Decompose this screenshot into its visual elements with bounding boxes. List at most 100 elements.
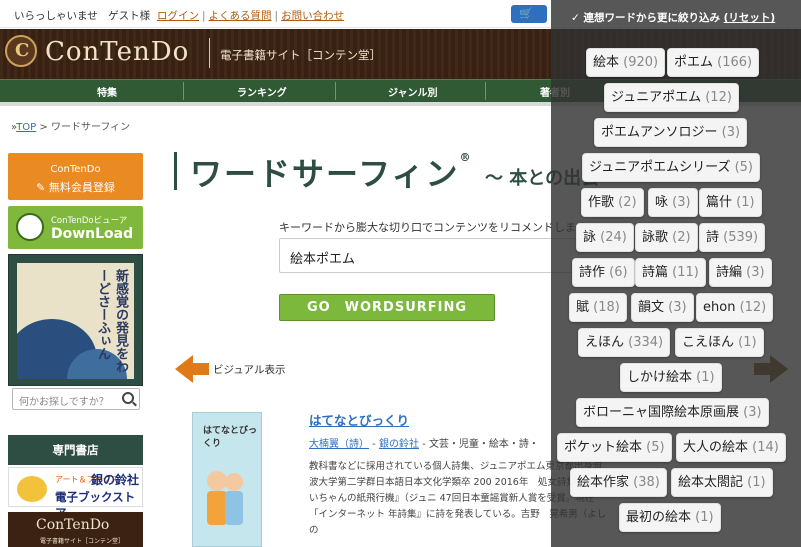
visual-view-link[interactable]: ビジュアル表示: [213, 362, 285, 377]
faq-link[interactable]: よくある質問: [209, 10, 272, 22]
related-word-chip[interactable]: ボローニャ国際絵本原画展 (3): [576, 398, 769, 427]
related-word-chip[interactable]: 韻文 (3): [631, 293, 694, 322]
book-publisher-link[interactable]: 銀の鈴社: [379, 439, 419, 450]
illustration-child-head: [207, 471, 227, 491]
related-word-chip[interactable]: ポエムアンソロジー (3): [594, 118, 748, 147]
cart-icon: 🛒: [519, 7, 533, 20]
chip-count: (1): [692, 370, 715, 385]
related-word-chip[interactable]: 絵本作家 (38): [570, 468, 667, 497]
keyword-input[interactable]: 絵本ポエム: [279, 238, 579, 273]
shop-heading: 専門書店: [8, 435, 143, 465]
chip-count: (1): [734, 335, 757, 350]
chip-count: (2): [668, 230, 691, 245]
chip-count: (14): [748, 440, 779, 455]
chip-label: ポエム: [674, 55, 714, 70]
nav-item-ranking[interactable]: ランキング: [237, 84, 287, 99]
chip-label: 絵本: [593, 55, 620, 70]
chip-count: (12): [701, 90, 732, 105]
shop1-name: 銀の鈴社: [91, 473, 140, 487]
related-word-chip[interactable]: 作歌 (2): [581, 188, 644, 217]
wordsurfin-promo-banner[interactable]: 新感覚の発見をわーどさーふぃん: [8, 254, 143, 386]
chip-count: (920): [619, 55, 659, 70]
nav-item-feature[interactable]: 特集: [97, 84, 117, 99]
related-word-chip[interactable]: 絵本 (920): [586, 48, 666, 77]
shop-banner-contendo[interactable]: ConTenDo 電子書籍サイト［コンテン堂］: [8, 512, 143, 547]
book-meta: 大楠翼（詩） - 銀の鈴社 - 文芸・児童・絵本・詩・: [309, 439, 539, 450]
related-word-chip[interactable]: 最初の絵本 (1): [619, 503, 721, 532]
chip-count: (12): [735, 300, 767, 315]
chip-count: (334): [624, 335, 664, 350]
book-categories: 文芸・児童・絵本・詩・: [428, 439, 539, 450]
nav-item-genre[interactable]: ジャンル別: [388, 84, 438, 99]
book-cover-title: はてなとびっくり: [203, 426, 258, 449]
chip-label: ポケット絵本: [564, 440, 643, 455]
related-word-chip[interactable]: 咏 (3): [648, 188, 698, 217]
related-word-chip[interactable]: えほん (334): [578, 328, 671, 357]
logo-emblem-icon[interactable]: [5, 35, 37, 67]
site-logo[interactable]: ConTenDo: [45, 37, 189, 67]
promo-text: 新感覚の発見をわーどさーふぃん: [95, 269, 128, 373]
chip-count: (1): [732, 195, 755, 210]
registered-mark: ®: [459, 151, 473, 164]
chip-label: ehon: [703, 300, 736, 315]
chip-label: 賦: [576, 300, 590, 315]
related-word-chip[interactable]: こえほん (1): [675, 328, 764, 357]
illustration-child-body: [225, 491, 243, 525]
register-label-row: ✎ 無料会員登録: [8, 179, 143, 195]
related-word-chip[interactable]: 詩編 (3): [709, 258, 772, 287]
chip-label: 篇什: [706, 195, 733, 210]
chip-count: (5): [730, 160, 753, 175]
register-banner[interactable]: ConTenDo ✎ 無料会員登録: [8, 153, 143, 200]
reset-link[interactable]: (リセット): [724, 12, 776, 24]
breadcrumb-top-link[interactable]: TOP: [16, 122, 36, 133]
related-word-chip[interactable]: 詩 (539): [699, 223, 766, 252]
related-word-chip[interactable]: ポエム (166): [667, 48, 760, 77]
chip-label: こえほん: [682, 335, 735, 350]
breadcrumb: »TOP > ワードサーフィン: [11, 122, 131, 133]
viewer-download-banner[interactable]: ConTenDoビューア DownLoad: [8, 206, 143, 249]
related-word-chip[interactable]: 篇什 (1): [699, 188, 762, 217]
welcome-text: いらっしゃいませ ゲスト様: [14, 10, 151, 22]
related-word-chip[interactable]: 大人の絵本 (14): [676, 433, 786, 462]
book-author-link[interactable]: 大楠翼（詩）: [309, 439, 369, 450]
related-word-chip[interactable]: 賦 (18): [569, 293, 627, 322]
related-word-chip[interactable]: しかけ絵本 (1): [620, 363, 722, 392]
chip-count: (166): [713, 55, 753, 70]
related-word-chip[interactable]: 詩作 (6): [572, 258, 635, 287]
chip-label: 大人の絵本: [683, 440, 749, 455]
book-title-link[interactable]: はてなとびっくり: [309, 410, 409, 429]
chip-label: 詩編: [716, 265, 743, 280]
shop2-logo: ConTenDo: [36, 517, 110, 533]
chip-label: ジュニアポエムシリーズ: [589, 160, 731, 175]
related-word-chip[interactable]: 絵本太閤記 (1): [671, 468, 773, 497]
search-icon[interactable]: [122, 392, 134, 404]
shop-banner-ginnosuzu[interactable]: アート＆ブックス 銀の鈴社 電子ブックストア: [8, 467, 143, 520]
cart-button[interactable]: 🛒: [511, 5, 547, 23]
chip-count: (6): [605, 265, 628, 280]
related-word-chip[interactable]: 詠歌 (2): [635, 223, 698, 252]
chip-label: 咏: [655, 195, 669, 210]
sidebar-search-input[interactable]: 何かお探しですか？: [12, 388, 140, 410]
related-word-chip[interactable]: ehon (12): [696, 293, 774, 322]
go-wordsurfing-button[interactable]: GO WORDSURFING: [279, 294, 495, 321]
chip-label: 詠: [583, 230, 597, 245]
search-placeholder: 何かお探しですか？: [19, 397, 109, 408]
prev-arrow-icon[interactable]: [175, 355, 209, 383]
viewer-small-label: ConTenDoビューア: [51, 216, 128, 226]
related-word-chip[interactable]: 詩篇 (11): [635, 258, 706, 287]
chip-label: しかけ絵本: [627, 370, 693, 385]
chip-label: ジュニアポエム: [611, 90, 702, 105]
related-word-chip[interactable]: ポケット絵本 (5): [557, 433, 672, 462]
promo-artwork: 新感覚の発見をわーどさーふぃん: [17, 263, 134, 379]
chip-count: (2): [614, 195, 637, 210]
chip-count: (3): [717, 125, 741, 140]
intro-text: キーワードから膨大な切り口でコンテンツをリコメンドします: [279, 221, 587, 234]
related-word-chip[interactable]: 詠 (24): [576, 223, 634, 252]
logo-divider: [209, 38, 210, 68]
chip-label: ポエムアンソロジー: [601, 125, 718, 140]
book-cover[interactable]: はてなとびっくり: [192, 412, 262, 547]
related-word-chip[interactable]: ジュニアポエム (12): [604, 83, 739, 112]
contact-link[interactable]: お問い合わせ: [281, 10, 344, 22]
related-word-chip[interactable]: ジュニアポエムシリーズ (5): [582, 153, 760, 182]
login-link[interactable]: ログイン: [157, 10, 199, 22]
